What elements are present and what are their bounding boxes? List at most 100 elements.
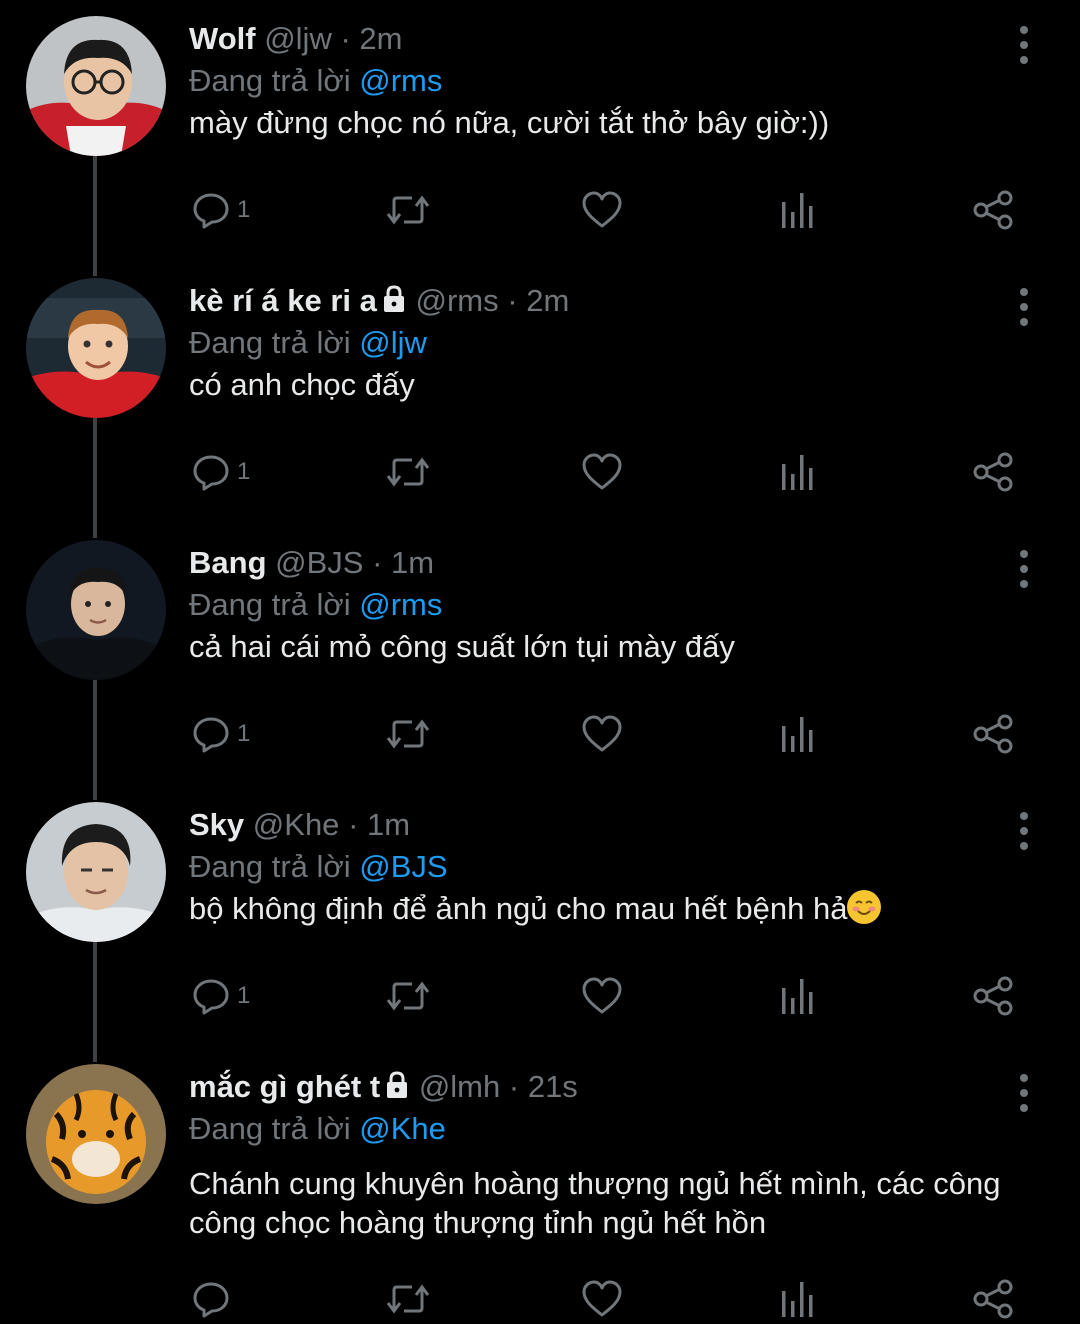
tweet[interactable]: mắc gì ghét t @lmh · 21s Đang trả lời @K… xyxy=(0,1048,1080,1324)
replying-to-label: Đang trả lời xyxy=(189,849,351,884)
tweet-text-content: bộ không định để ảnh ngủ cho mau hết bện… xyxy=(189,891,848,926)
retweet-button[interactable] xyxy=(385,185,431,235)
reply-icon xyxy=(193,1282,229,1318)
avatar[interactable] xyxy=(26,540,166,680)
retweet-button[interactable] xyxy=(385,447,431,497)
reply-button[interactable] xyxy=(191,1274,237,1324)
timestamp[interactable]: 1m xyxy=(367,807,410,842)
replying-to: Đang trả lời @rms xyxy=(189,582,442,628)
replying-to: Đang trả lời @ljw xyxy=(189,320,427,366)
display-name[interactable]: Wolf xyxy=(189,21,256,56)
separator-dot: · xyxy=(348,807,359,842)
replying-to-label: Đang trả lời xyxy=(189,325,351,360)
like-icon xyxy=(582,715,622,752)
action-bar: 1 xyxy=(0,185,1080,235)
display-name[interactable]: mắc gì ghét t xyxy=(189,1069,380,1104)
tweet-text: có anh chọc đấy xyxy=(189,367,415,402)
views-button[interactable] xyxy=(779,1274,817,1324)
share-icon xyxy=(973,976,1013,1016)
reply-icon xyxy=(193,717,229,753)
timestamp[interactable]: 2m xyxy=(526,283,569,318)
share-button[interactable] xyxy=(972,971,1014,1021)
separator-dot: · xyxy=(372,545,383,580)
timestamp[interactable]: 2m xyxy=(359,21,402,56)
replying-to: Đang trả lời @Khe xyxy=(189,1106,446,1152)
reply-button[interactable]: 1 xyxy=(191,447,250,497)
tweet[interactable]: kè rí á ke ri a @rms · 2m Đang trả lời @… xyxy=(0,262,1080,524)
more-icon[interactable] xyxy=(1014,282,1034,332)
like-button[interactable] xyxy=(581,971,623,1021)
user-handle[interactable]: @Khe xyxy=(253,807,340,842)
views-icon xyxy=(782,193,813,228)
views-button[interactable] xyxy=(779,709,817,759)
mention-link[interactable]: @BJS xyxy=(359,849,447,884)
retweet-button[interactable] xyxy=(385,709,431,759)
avatar[interactable] xyxy=(26,1064,166,1204)
user-handle[interactable]: @BJS xyxy=(275,545,363,580)
more-icon[interactable] xyxy=(1014,20,1034,70)
user-handle[interactable]: @ljw xyxy=(264,21,332,56)
views-icon xyxy=(782,455,813,490)
reply-count: 1 xyxy=(237,196,251,223)
user-handle[interactable]: @lmh xyxy=(419,1069,500,1104)
timestamp[interactable]: 1m xyxy=(391,545,434,580)
tweet-header: Wolf @ljw · 2m xyxy=(189,16,403,62)
smiling-face-emoji xyxy=(847,890,882,924)
display-name[interactable]: Sky xyxy=(189,807,244,842)
mention-link[interactable]: @ljw xyxy=(359,325,427,360)
action-bar: 1 xyxy=(0,971,1080,1021)
reply-thread: Wolf @ljw · 2m Đang trả lời @rms mày đừn… xyxy=(0,0,1080,1324)
tweet-text: bộ không định để ảnh ngủ cho mau hết bện… xyxy=(189,889,1029,928)
like-icon xyxy=(582,453,622,490)
like-button[interactable] xyxy=(581,1274,623,1324)
more-icon[interactable] xyxy=(1014,1068,1034,1118)
like-button[interactable] xyxy=(581,709,623,759)
tweet-header: Bang @BJS · 1m xyxy=(189,540,434,586)
share-button[interactable] xyxy=(972,1274,1014,1324)
tweet-text: Chánh cung khuyên hoàng thượng ngủ hết m… xyxy=(189,1164,1029,1242)
views-button[interactable] xyxy=(779,185,817,235)
retweet-icon xyxy=(386,195,430,225)
like-icon xyxy=(582,977,622,1014)
views-button[interactable] xyxy=(779,447,817,497)
tweet[interactable]: Sky @Khe · 1m Đang trả lời @BJS bộ không… xyxy=(0,786,1080,1048)
avatar[interactable] xyxy=(26,16,166,156)
user-handle[interactable]: @rms xyxy=(416,283,499,318)
mention-link[interactable]: @rms xyxy=(359,587,442,622)
lock-icon xyxy=(387,1071,408,1098)
mention-link[interactable]: @rms xyxy=(359,63,442,98)
more-icon[interactable] xyxy=(1014,806,1034,856)
like-button[interactable] xyxy=(581,185,623,235)
share-button[interactable] xyxy=(972,447,1014,497)
replying-to: Đang trả lời @rms xyxy=(189,58,442,104)
display-name[interactable]: kè rí á ke ri a xyxy=(189,283,377,318)
mention-link[interactable]: @Khe xyxy=(359,1111,446,1146)
tweet[interactable]: Bang @BJS · 1m Đang trả lời @rms cả hai … xyxy=(0,524,1080,786)
tweet-text-line: Chánh cung khuyên hoàng thượng ngủ hết m… xyxy=(189,1166,1001,1201)
like-button[interactable] xyxy=(581,447,623,497)
tweet-header: kè rí á ke ri a @rms · 2m xyxy=(189,278,569,324)
display-name[interactable]: Bang xyxy=(189,545,267,580)
share-button[interactable] xyxy=(972,709,1014,759)
views-icon xyxy=(782,717,813,752)
views-button[interactable] xyxy=(779,971,817,1021)
reply-icon xyxy=(193,455,229,491)
separator-dot: · xyxy=(508,1069,520,1104)
retweet-button[interactable] xyxy=(385,971,431,1021)
reply-button[interactable]: 1 xyxy=(191,185,250,235)
timestamp[interactable]: 21s xyxy=(528,1069,578,1104)
retweet-button[interactable] xyxy=(385,1274,431,1324)
share-button[interactable] xyxy=(972,185,1014,235)
tweet-header: mắc gì ghét t @lmh · 21s xyxy=(189,1064,578,1110)
replying-to-label: Đang trả lời xyxy=(189,63,351,98)
avatar[interactable] xyxy=(26,278,166,418)
more-icon[interactable] xyxy=(1014,544,1034,594)
replying-to-label: Đang trả lời xyxy=(189,587,351,622)
tweet[interactable]: Wolf @ljw · 2m Đang trả lời @rms mày đừn… xyxy=(0,0,1080,262)
retweet-icon xyxy=(386,719,430,749)
reply-button[interactable]: 1 xyxy=(191,709,250,759)
share-icon xyxy=(973,714,1013,754)
avatar[interactable] xyxy=(26,802,166,942)
like-icon xyxy=(582,191,622,228)
reply-button[interactable]: 1 xyxy=(191,971,250,1021)
